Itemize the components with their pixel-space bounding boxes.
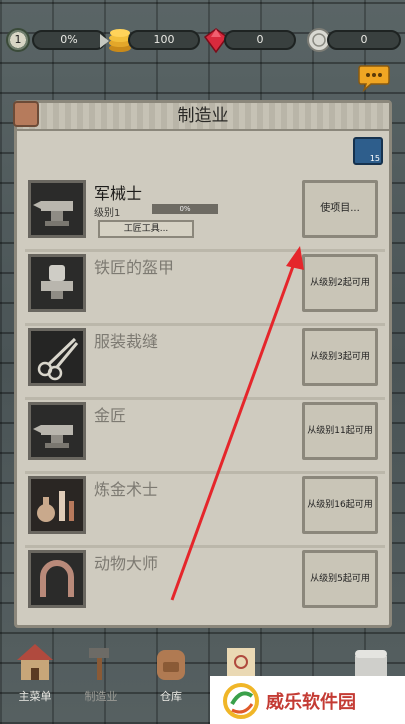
red-arrow-annotation (170, 246, 304, 601)
nav-home[interactable]: 主菜单 (0, 636, 70, 708)
watermark: 威乐软件园 (210, 676, 405, 724)
nav-storage-label: 仓库 (160, 690, 182, 703)
nav-craft-label: 制造业 (84, 690, 118, 703)
nav-home-label: 主菜单 (18, 690, 52, 703)
nav-craft[interactable]: 制造业 (66, 636, 136, 708)
watermark-logo-icon (223, 683, 259, 719)
nav-storage[interactable]: 仓库 (136, 636, 206, 708)
hammer-icon (89, 648, 109, 680)
backpack-icon (157, 650, 185, 680)
house-icon (17, 644, 53, 680)
watermark-text: 威乐软件园 (266, 692, 356, 713)
